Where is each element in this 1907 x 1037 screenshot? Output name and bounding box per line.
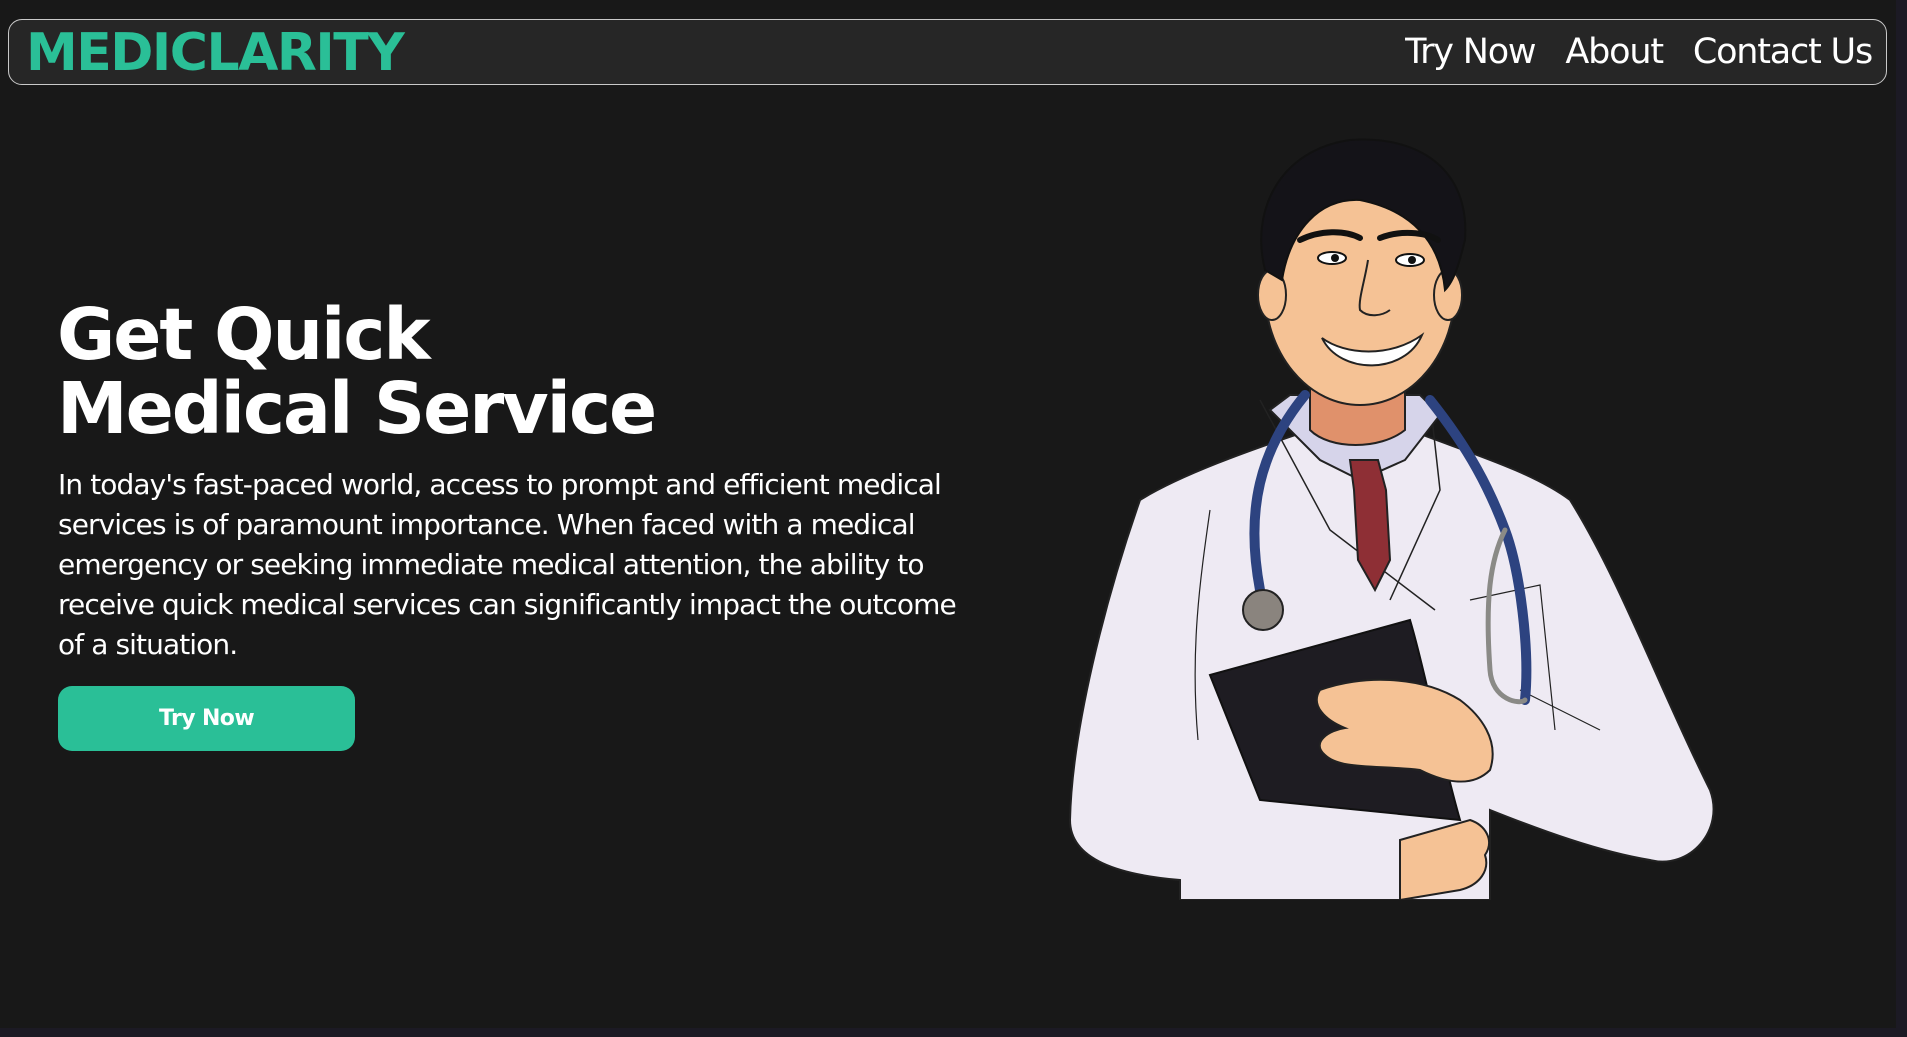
doctor-illustration	[1068, 138, 1715, 900]
nav-link-try-now[interactable]: Try Now	[1405, 32, 1536, 72]
nav-link-about[interactable]: About	[1565, 32, 1664, 72]
nav-link-contact-us[interactable]: Contact Us	[1693, 32, 1873, 72]
hero-title-line-2: Medical Service	[57, 367, 657, 450]
hero-description: In today's fast-paced world, access to p…	[58, 468, 957, 661]
page: MEDICLARITY Try Now About Contact Us Get…	[0, 0, 1896, 1028]
brand-logo[interactable]: MEDICLARITY	[26, 22, 405, 84]
nav-links: Try Now About Contact Us	[1405, 20, 1873, 83]
hero-title-line-1: Get Quick	[57, 293, 431, 376]
navbar: MEDICLARITY Try Now About Contact Us	[8, 19, 1887, 85]
try-now-button[interactable]: Try Now	[58, 686, 355, 751]
hero-title: Get Quick Medical Service	[57, 293, 657, 450]
